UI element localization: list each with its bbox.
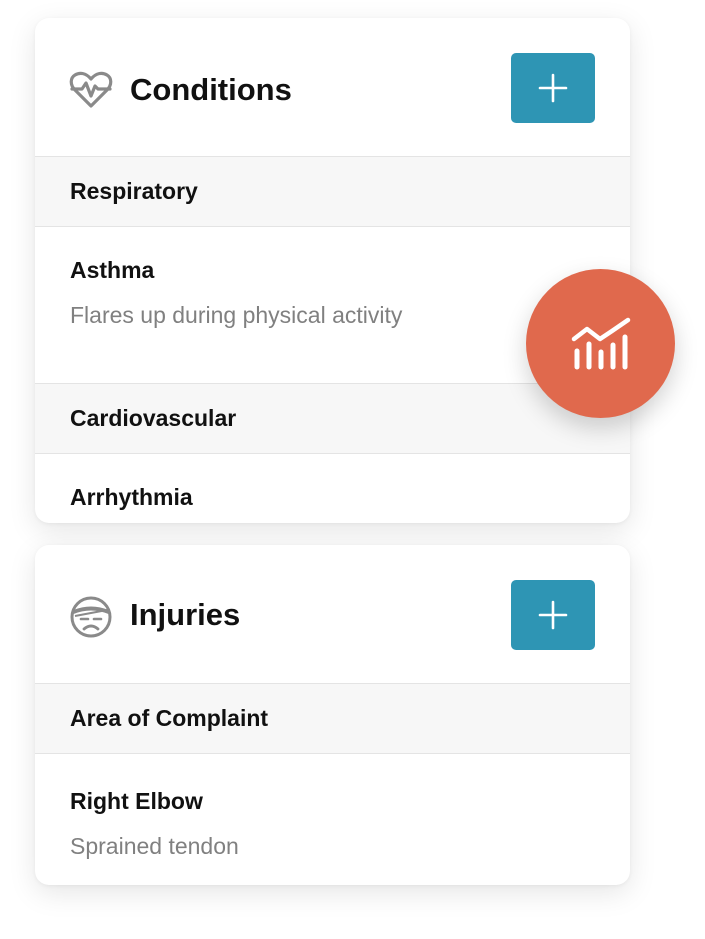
item-title: Right Elbow xyxy=(70,788,203,814)
item-title: Arrhythmia xyxy=(70,484,193,510)
plus-icon xyxy=(538,600,568,630)
trends-fab-button[interactable] xyxy=(526,269,675,418)
add-condition-button[interactable] xyxy=(511,53,595,123)
injuries-header: Injuries xyxy=(35,545,630,684)
conditions-header: Conditions xyxy=(35,18,630,157)
item-description: Flares up during physical activity xyxy=(70,302,403,328)
conditions-title: Conditions xyxy=(130,72,292,107)
item-description: Sprained tendon xyxy=(70,833,239,859)
conditions-card: Conditions Respiratory Asthma Flares up … xyxy=(35,18,630,523)
group-header-cardiovascular: Cardiovascular xyxy=(35,384,630,454)
item-title: Asthma xyxy=(70,257,155,283)
condition-item-arrhythmia[interactable]: Arrhythmia xyxy=(35,454,630,523)
injuries-card: Injuries Area of Complaint Right Elbow S… xyxy=(35,545,630,885)
add-injury-button[interactable] xyxy=(511,580,595,650)
plus-icon xyxy=(538,73,568,103)
bandaged-face-icon xyxy=(70,596,112,638)
heart-pulse-icon xyxy=(69,71,113,108)
group-header-respiratory: Respiratory xyxy=(35,157,630,227)
group-header-area-of-complaint: Area of Complaint xyxy=(35,684,630,754)
injuries-title: Injuries xyxy=(130,597,241,632)
chart-trend-icon xyxy=(571,317,630,369)
injury-item-right-elbow[interactable]: Right Elbow Sprained tendon xyxy=(35,754,630,885)
